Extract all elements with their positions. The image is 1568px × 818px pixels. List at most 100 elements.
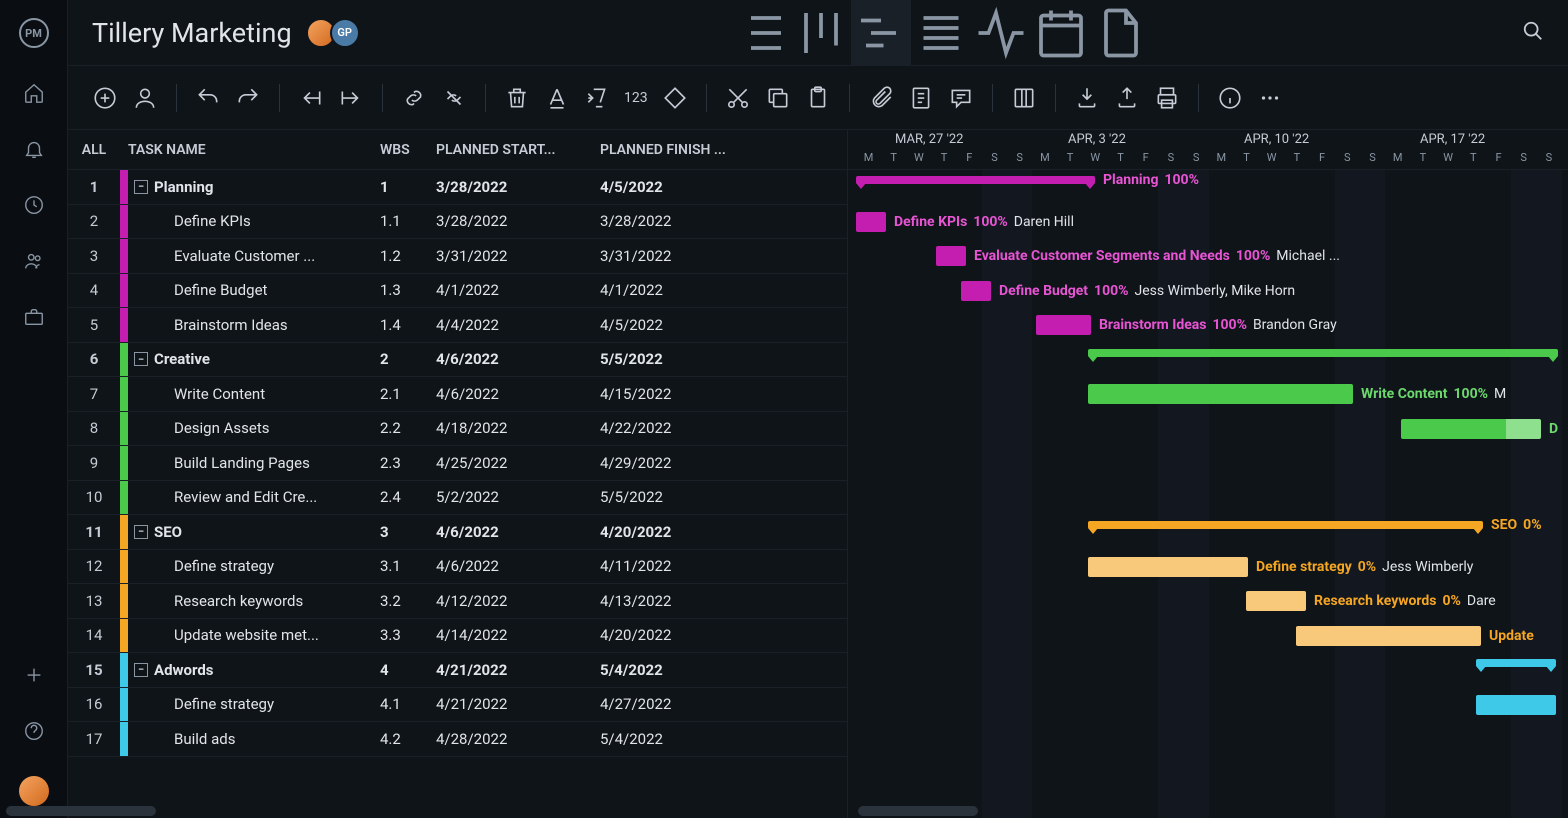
- task-name-cell[interactable]: Research keywords: [128, 592, 380, 610]
- wbs-cell[interactable]: 3.1: [380, 557, 436, 575]
- task-row[interactable]: 8 Design Assets 2.2 4/18/2022 4/22/2022: [68, 412, 847, 447]
- more-icon[interactable]: [1257, 85, 1283, 111]
- app-logo[interactable]: PM: [19, 18, 49, 48]
- col-finish[interactable]: PLANNED FINISH ...: [600, 142, 764, 158]
- finish-cell[interactable]: 4/5/2022: [600, 316, 764, 334]
- start-cell[interactable]: 4/25/2022: [436, 454, 600, 472]
- gantt-bar[interactable]: Write Content100%M: [1088, 384, 1353, 404]
- task-row[interactable]: 2 Define KPIs 1.1 3/28/2022 3/28/2022: [68, 205, 847, 240]
- task-name-cell[interactable]: Design Assets: [128, 419, 380, 437]
- text-style-icon[interactable]: [544, 85, 570, 111]
- start-cell[interactable]: 4/6/2022: [436, 557, 600, 575]
- task-row[interactable]: 10 Review and Edit Cre... 2.4 5/2/2022 5…: [68, 481, 847, 516]
- col-all[interactable]: ALL: [68, 142, 120, 158]
- bell-icon[interactable]: [23, 138, 45, 160]
- wbs-cell[interactable]: 4.1: [380, 695, 436, 713]
- finish-cell[interactable]: 4/20/2022: [600, 626, 764, 644]
- task-row[interactable]: 6 −Creative 2 4/6/2022 5/5/2022: [68, 343, 847, 378]
- task-name-cell[interactable]: Evaluate Customer ...: [128, 247, 380, 265]
- indent-icon[interactable]: [338, 85, 364, 111]
- view-sheet-icon[interactable]: [911, 0, 971, 66]
- finish-cell[interactable]: 4/27/2022: [600, 695, 764, 713]
- view-list-icon[interactable]: [731, 0, 791, 66]
- start-cell[interactable]: 3/31/2022: [436, 247, 600, 265]
- gantt-body[interactable]: Planning100%Define KPIs100%Daren HillEva…: [848, 170, 1568, 818]
- print-icon[interactable]: [1154, 85, 1180, 111]
- wbs-cell[interactable]: 2.4: [380, 488, 436, 506]
- gantt-bar[interactable]: [1476, 695, 1556, 715]
- task-row[interactable]: 5 Brainstorm Ideas 1.4 4/4/2022 4/5/2022: [68, 308, 847, 343]
- finish-cell[interactable]: 4/20/2022: [600, 523, 764, 541]
- wbs-cell[interactable]: 1.2: [380, 247, 436, 265]
- task-row[interactable]: 15 −Adwords 4 4/21/2022 5/4/2022: [68, 653, 847, 688]
- finish-cell[interactable]: 4/15/2022: [600, 385, 764, 403]
- col-name[interactable]: TASK NAME: [128, 142, 380, 158]
- collapse-icon[interactable]: −: [134, 525, 148, 539]
- task-name-cell[interactable]: −SEO: [128, 523, 380, 541]
- attach-icon[interactable]: [868, 85, 894, 111]
- home-icon[interactable]: [23, 82, 45, 104]
- search-icon[interactable]: [1522, 20, 1544, 46]
- copy-icon[interactable]: [765, 85, 791, 111]
- task-row[interactable]: 16 Define strategy 4.1 4/21/2022 4/27/20…: [68, 688, 847, 723]
- assign-icon[interactable]: [132, 85, 158, 111]
- finish-cell[interactable]: 5/4/2022: [600, 730, 764, 748]
- view-board-icon[interactable]: [791, 0, 851, 66]
- finish-cell[interactable]: 4/29/2022: [600, 454, 764, 472]
- finish-cell[interactable]: 4/1/2022: [600, 281, 764, 299]
- task-name-cell[interactable]: Brainstorm Ideas: [128, 316, 380, 334]
- start-cell[interactable]: 4/12/2022: [436, 592, 600, 610]
- gantt-bar[interactable]: Evaluate Customer Segments and Needs100%…: [936, 246, 966, 266]
- task-row[interactable]: 7 Write Content 2.1 4/6/2022 4/15/2022: [68, 377, 847, 412]
- wbs-cell[interactable]: 3.2: [380, 592, 436, 610]
- finish-cell[interactable]: 3/28/2022: [600, 212, 764, 230]
- delete-icon[interactable]: [504, 85, 530, 111]
- task-row[interactable]: 13 Research keywords 3.2 4/12/2022 4/13/…: [68, 584, 847, 619]
- wbs-cell[interactable]: 4.2: [380, 730, 436, 748]
- task-row[interactable]: 17 Build ads 4.2 4/28/2022 5/4/2022: [68, 722, 847, 757]
- task-row[interactable]: 3 Evaluate Customer ... 1.2 3/31/2022 3/…: [68, 239, 847, 274]
- task-name-cell[interactable]: Build Landing Pages: [128, 454, 380, 472]
- wbs-cell[interactable]: 4: [380, 661, 436, 679]
- clear-format-icon[interactable]: [584, 85, 610, 111]
- wbs-cell[interactable]: 2.2: [380, 419, 436, 437]
- task-name-cell[interactable]: −Planning: [128, 178, 380, 196]
- user-avatar[interactable]: [19, 776, 49, 806]
- view-file-icon[interactable]: [1091, 0, 1151, 66]
- wbs-cell[interactable]: 2.1: [380, 385, 436, 403]
- gantt-bar[interactable]: Define Budget100%Jess Wimberly, Mike Hor…: [961, 281, 991, 301]
- start-cell[interactable]: 3/28/2022: [436, 212, 600, 230]
- gantt-bar[interactable]: Update: [1296, 626, 1481, 646]
- task-name-cell[interactable]: Define strategy: [128, 557, 380, 575]
- cut-icon[interactable]: [725, 85, 751, 111]
- start-cell[interactable]: 4/6/2022: [436, 523, 600, 541]
- task-name-cell[interactable]: Review and Edit Cre...: [128, 488, 380, 506]
- wbs-cell[interactable]: 2: [380, 350, 436, 368]
- wbs-cell[interactable]: 3.3: [380, 626, 436, 644]
- wbs-cell[interactable]: 3: [380, 523, 436, 541]
- collapse-icon[interactable]: −: [134, 663, 148, 677]
- collapse-icon[interactable]: −: [134, 180, 148, 194]
- comment-icon[interactable]: [948, 85, 974, 111]
- task-row[interactable]: 14 Update website met... 3.3 4/14/2022 4…: [68, 619, 847, 654]
- link-icon[interactable]: [401, 85, 427, 111]
- unlink-icon[interactable]: [441, 85, 467, 111]
- task-row[interactable]: 9 Build Landing Pages 2.3 4/25/2022 4/29…: [68, 446, 847, 481]
- collapse-icon[interactable]: −: [134, 352, 148, 366]
- finish-cell[interactable]: 5/4/2022: [600, 661, 764, 679]
- task-name-cell[interactable]: Update website met...: [128, 626, 380, 644]
- start-cell[interactable]: 4/14/2022: [436, 626, 600, 644]
- task-name-cell[interactable]: Define Budget: [128, 281, 380, 299]
- info-icon[interactable]: [1217, 85, 1243, 111]
- finish-cell[interactable]: 5/5/2022: [600, 350, 764, 368]
- people-icon[interactable]: [23, 250, 45, 272]
- export-icon[interactable]: [1114, 85, 1140, 111]
- wbs-cell[interactable]: 1.1: [380, 212, 436, 230]
- gantt-bar[interactable]: Planning100%: [856, 176, 1095, 184]
- gantt-bar[interactable]: Research keywords0%Dare: [1246, 591, 1306, 611]
- wbs-cell[interactable]: 1.4: [380, 316, 436, 334]
- gantt-bar[interactable]: Brainstorm Ideas100%Brandon Gray: [1036, 315, 1091, 335]
- task-row[interactable]: 4 Define Budget 1.3 4/1/2022 4/1/2022: [68, 274, 847, 309]
- wbs-cell[interactable]: 1: [380, 178, 436, 196]
- clock-icon[interactable]: [23, 194, 45, 216]
